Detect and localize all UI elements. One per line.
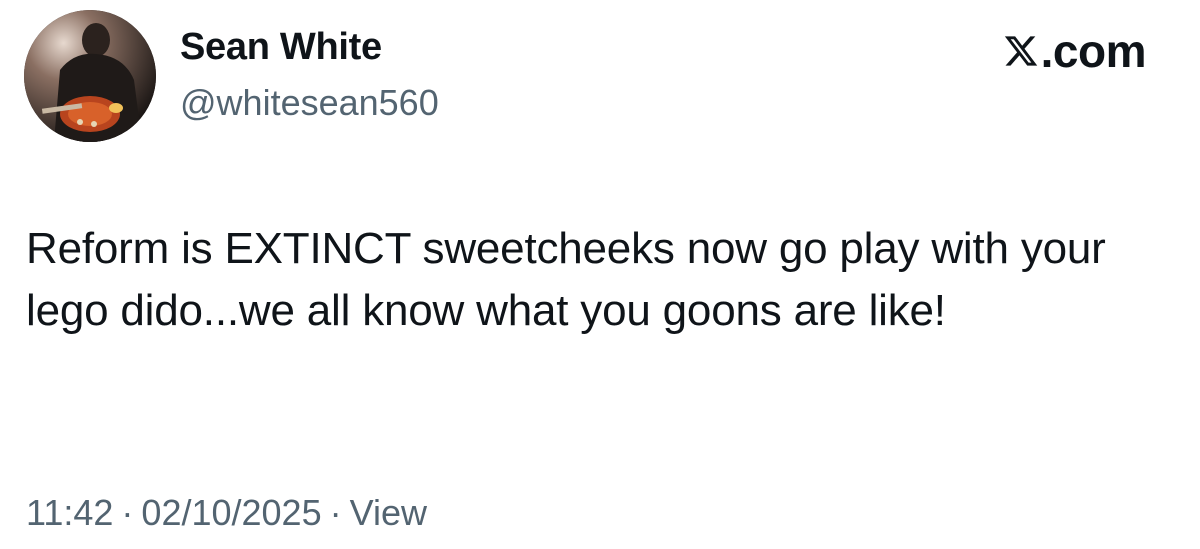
tweet-date[interactable]: 02/10/2025	[141, 492, 321, 533]
profile-photo-icon	[24, 10, 156, 142]
meta-separator: ·	[121, 492, 134, 533]
author-display-name[interactable]: Sean White	[180, 26, 382, 69]
view-link[interactable]: View	[350, 492, 427, 533]
brand-logo: .com	[1003, 24, 1147, 78]
brand-suffix: .com	[1040, 25, 1147, 77]
avatar[interactable]	[24, 10, 156, 142]
meta-separator: ·	[329, 492, 342, 533]
author-handle[interactable]: @whitesean560	[180, 82, 439, 124]
tweet-meta: 11:42 · 02/10/2025 · View	[26, 492, 427, 534]
tweet-text: Reform is EXTINCT sweetcheeks now go pla…	[26, 224, 1118, 335]
x-logo-icon	[1003, 32, 1039, 70]
tweet-time[interactable]: 11:42	[26, 492, 113, 533]
